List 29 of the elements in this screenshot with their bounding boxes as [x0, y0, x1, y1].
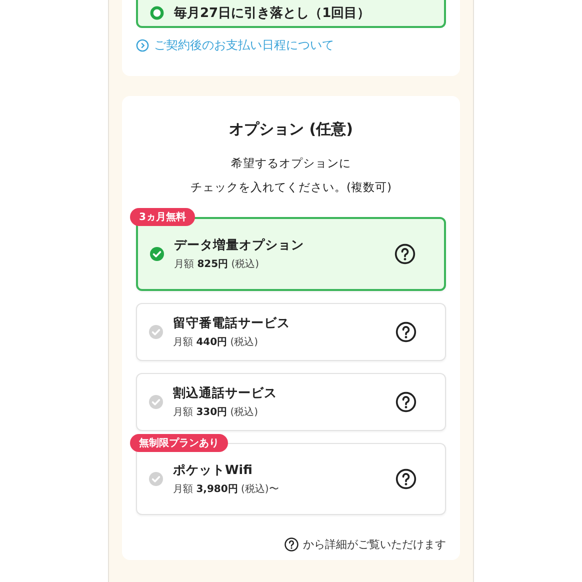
- schedule-option[interactable]: 毎月27日に引き落とし（1回目）: [136, 0, 446, 28]
- help-icon[interactable]: [395, 468, 417, 490]
- check-icon[interactable]: [150, 247, 164, 261]
- section-title: オプション (任意): [228, 120, 354, 139]
- radio-icon: [150, 6, 164, 20]
- description-text: チェックを入れてください。(複数可): [190, 179, 392, 196]
- check-icon[interactable]: [149, 472, 163, 486]
- option-name: ポケットWifi: [173, 462, 254, 479]
- description-text: 希望するオプションに: [230, 155, 352, 172]
- footnote-text: から詳細がご覧いただけます: [303, 537, 446, 552]
- help-icon[interactable]: [394, 243, 416, 265]
- check-icon[interactable]: [149, 325, 163, 339]
- option-name: 割込通話サービス: [173, 385, 277, 402]
- schedule-label: 毎月27日に引き落とし（1回目）: [174, 5, 370, 22]
- promo-badge: 無制限プランあり: [130, 434, 228, 452]
- option-card[interactable]: 留守番電話サービス 月額 440円 (税込): [136, 303, 446, 361]
- arrow-circle-icon: [136, 39, 149, 52]
- help-icon[interactable]: [284, 537, 299, 552]
- option-price: 月額 3,980円 (税込)〜: [173, 482, 279, 496]
- option-name: データ増量オプション: [174, 237, 304, 254]
- option-price: 月額 330円 (税込): [173, 406, 260, 419]
- help-icon[interactable]: [395, 391, 417, 413]
- promo-badge: 3ヵ月無料: [130, 208, 195, 226]
- check-icon[interactable]: [149, 395, 163, 409]
- option-card[interactable]: 割込通話サービス 月額 330円 (税込): [136, 373, 446, 431]
- option-price: 月額 440円 (税込): [173, 336, 260, 349]
- option-price: 月額 825円 (税込): [174, 258, 260, 271]
- option-name: 留守番電話サービス: [173, 315, 290, 332]
- help-icon[interactable]: [395, 321, 417, 343]
